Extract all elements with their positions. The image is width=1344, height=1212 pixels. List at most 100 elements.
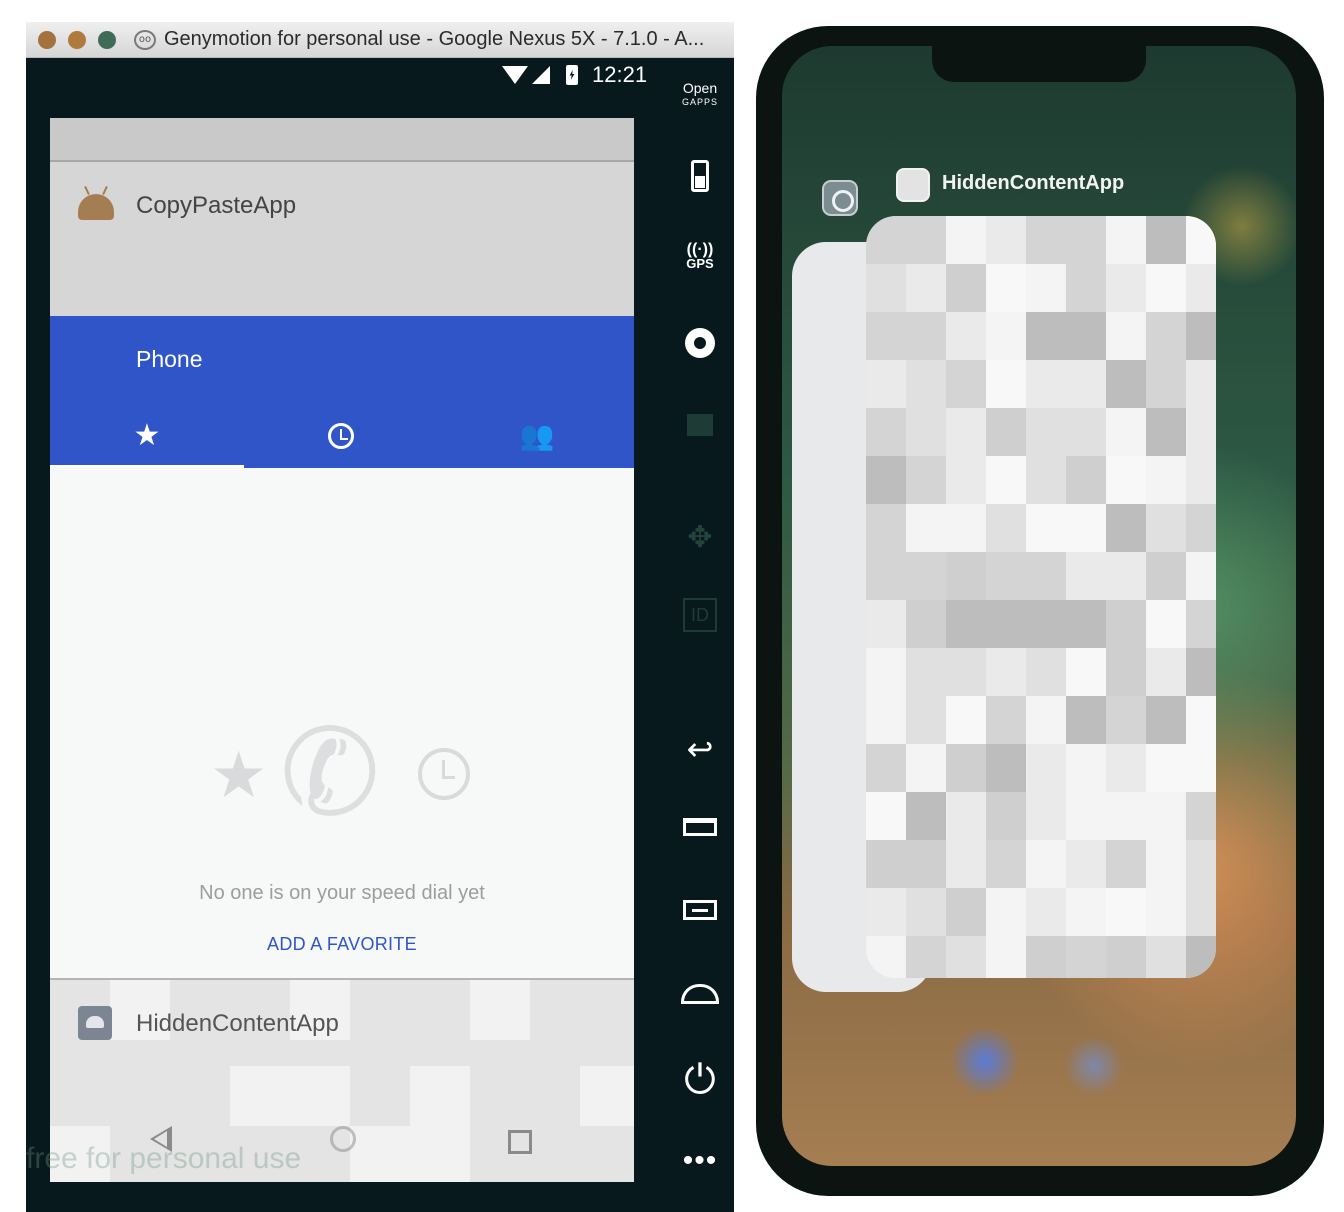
window-maximize-button[interactable] [98,31,116,49]
recent-card-behind[interactable] [50,118,634,162]
pixelated-block [986,216,1026,264]
app-card-label: HiddenContentApp [942,172,1125,194]
pixelated-block [1026,936,1066,978]
pixelated-block [1146,552,1186,600]
cell-signal-icon [532,66,550,84]
pixelated-block [1026,216,1066,264]
pixelated-block [1146,216,1186,264]
pixelated-block [866,312,906,360]
window-close-button[interactable] [38,31,56,49]
pixelated-block [906,552,946,600]
back-button-icon[interactable]: ↩ [666,730,734,768]
pixelated-block [1186,792,1216,840]
status-clock: 12:21 [592,62,648,87]
battery-charging-icon [566,65,578,85]
emulator-toolbar: Open GAPPS ((·)) GPS ✥ ID ↩ ⏻ ••• [666,58,734,1212]
pixelated-block [1026,504,1066,552]
pixelated-block [946,600,986,648]
pixelated-block [946,408,986,456]
pixelated-block [1026,312,1066,360]
pixelated-block [1106,792,1146,840]
hidden-content-app-icon [896,168,930,202]
pixelated-block [1066,840,1106,888]
pixelated-block [866,360,906,408]
empty-speed-dial-message: No one is on your speed dial yet [199,882,485,904]
more-options-icon[interactable]: ••• [666,1144,734,1178]
menu-button-icon[interactable] [666,900,734,920]
pixelated-block [986,696,1026,744]
pixelated-block [946,552,986,600]
ios-app-switcher: HiddenContentApp [782,46,1296,1166]
recent-apps-button-icon[interactable] [666,818,734,836]
pixelated-block [906,696,946,744]
pixelated-block [906,408,946,456]
pixelated-block [1066,504,1106,552]
pixelated-block [986,504,1026,552]
pixelated-block [1146,888,1186,936]
pixelated-block [1106,312,1146,360]
gps-label: GPS [686,256,714,271]
pixelated-block [1186,888,1216,936]
pixelated-block [1146,936,1186,978]
pixelated-block [1146,456,1186,504]
webcam-widget-icon[interactable] [666,328,734,358]
pixelated-block [986,744,1026,792]
tab-recents[interactable] [244,416,438,468]
pixelated-block [1026,744,1066,792]
pixelated-block [1066,648,1106,696]
star-icon: ★ [210,739,268,811]
recent-card-copypaste[interactable]: CopyPasteApp [50,162,634,318]
pixelated-block [1106,840,1146,888]
pixelated-block [1186,456,1216,504]
pixelated-block [1066,408,1106,456]
open-gapps-sublabel: GAPPS [681,97,718,107]
pixelated-block [946,936,986,978]
pixelated-block [1146,264,1186,312]
pixelated-block [866,792,906,840]
nav-recents-icon[interactable] [508,1130,532,1154]
pixelated-block [906,888,946,936]
phone-handset-icon: ✆ [271,699,390,847]
pixelated-block [1186,408,1216,456]
pixelated-block [1186,840,1216,888]
pixelated-block [1146,600,1186,648]
pixelated-block [1066,888,1106,936]
add-favorite-button[interactable]: ADD A FAVORITE [50,934,634,955]
app-card-hiddencontent[interactable] [866,216,1216,978]
tab-favorites[interactable]: ★ [50,416,244,468]
gps-widget-icon[interactable]: ((·)) GPS [666,242,734,272]
recent-card-phone[interactable]: Phone ★ 👥 ★ ✆ No one is on your speed di… [50,316,634,980]
pixelated-block [986,552,1026,600]
pixelated-block [986,600,1026,648]
open-gapps-icon[interactable]: Open GAPPS [666,81,734,108]
power-button-icon[interactable]: ⏻ [666,1058,734,1103]
pixelated-block [1066,696,1106,744]
pixelated-block [1146,840,1186,888]
genymotion-logo-icon: oo [134,30,156,50]
android-recents-screen: CopyPasteApp Phone ★ 👥 ★ ✆ No one is on … [50,118,634,1182]
empty-speed-dial-illustration: ★ ✆ [210,700,480,848]
window-title: Genymotion for personal use - Google Nex… [164,28,705,50]
pixelated-block [1066,216,1106,264]
home-button-icon[interactable] [666,984,734,1004]
pixelated-block [986,264,1026,312]
pixelated-block [1066,456,1106,504]
pixelated-block [1106,264,1146,312]
device-id-label: ID [683,598,717,632]
pixelated-block [1066,792,1106,840]
pixelated-block [1106,600,1146,648]
battery-widget-icon[interactable] [666,160,734,192]
clock-icon [418,748,470,800]
window-minimize-button[interactable] [68,31,86,49]
pixelated-block [1186,264,1216,312]
pixelated-block [866,936,906,978]
pixelated-block [986,936,1026,978]
pixelated-block [986,648,1026,696]
pixelated-block [946,360,986,408]
pixelated-block [946,504,986,552]
nav-home-icon[interactable] [330,1126,356,1152]
pixelated-block [946,264,986,312]
tab-contacts[interactable]: 👥 [440,416,634,468]
pixelated-block [1066,264,1106,312]
pixelated-block [1026,600,1066,648]
